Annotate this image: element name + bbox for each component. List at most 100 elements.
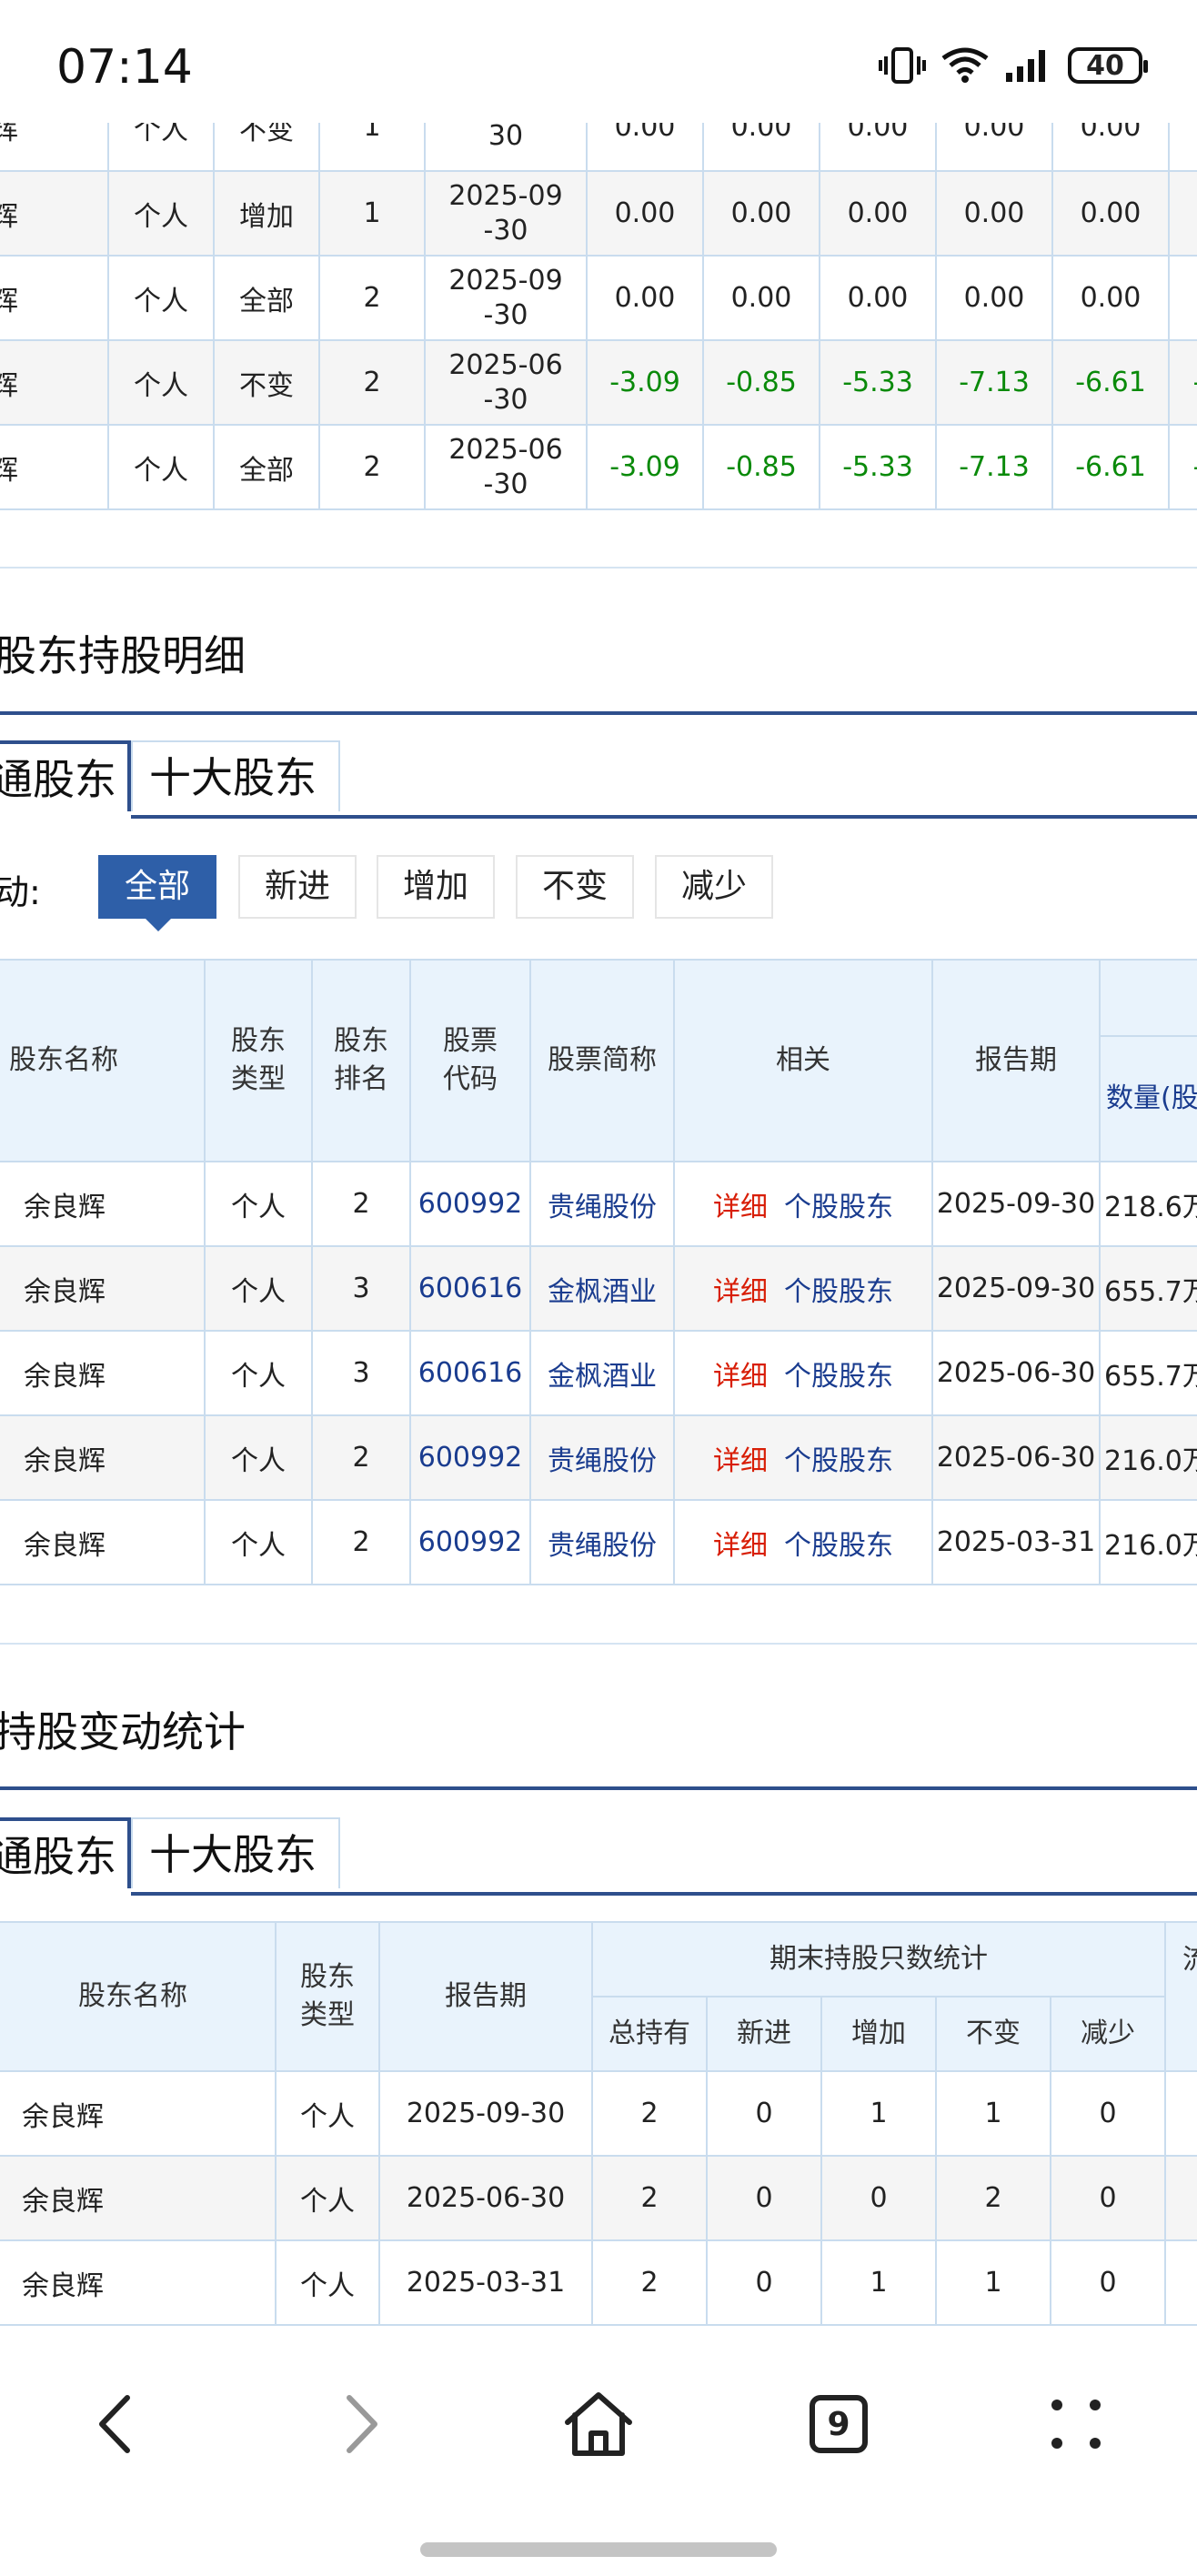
pct-change-cell: -0.85 [702,424,820,510]
signal-icon [1006,50,1045,82]
col-holder-name: 股东名称 [0,1921,277,2072]
stock-name-link[interactable]: 金枫酒业 [529,1330,675,1416]
stock-holders-link[interactable]: 个股股东 [784,1276,893,1308]
change-type-cell: 全部 [213,255,320,341]
col-decrease[interactable]: 减少 [1049,1996,1167,2072]
overflow-cell: - [1168,339,1197,426]
table-row: 辉个人全部2 2025-06-30 -3.09-0.85-5.33-7.13-6.6… [0,424,1197,510]
tab-float-holders[interactable]: 通股东 [0,740,131,811]
col-holder-name: 股东名称 [0,959,206,1162]
report-date-cell: 2025-09-30 [931,1161,1101,1247]
overflow-cell [1168,255,1197,341]
col-report-date[interactable]: 报告期 [378,1921,593,2072]
pct-change-cell: -6.61 [1051,424,1170,510]
detail-link[interactable]: 详细 [713,1530,768,1562]
filter-new-button[interactable]: 新进 [238,855,357,919]
filter-decrease-button[interactable]: 减少 [655,855,773,919]
stock-code-link[interactable]: 600992 [409,1161,531,1247]
quantity-cell: 655.7万 [1099,1330,1197,1416]
holder-name-cell: 余良辉 [0,2239,277,2326]
detail-link[interactable]: 详细 [713,1276,768,1308]
pct-change-cell: -7.13 [935,339,1053,426]
pct-change-cell: 0.00 [1051,170,1170,257]
filter-label: 动: [0,872,41,912]
count-cell: 2 [591,2239,708,2326]
report-date-cell: 2025-03-31 [378,2239,593,2326]
report-date-cell: 2025-09-30 [378,2070,593,2157]
col-report-date[interactable]: 报告期 [931,959,1101,1162]
report-date-cell: 2025-06-30 [424,339,588,426]
holder-change-table: 辉个人不变1300.000.000.000.000.00辉个人增加12025-0… [0,82,1197,510]
report-date-cell: 2025-06-30 [378,2155,593,2241]
filter-increase-button[interactable]: 增加 [377,855,495,919]
pct-change-cell: -5.33 [819,424,937,510]
menu-button[interactable] [1026,2374,1126,2474]
holder-name-cell: 辉 [0,170,109,257]
tab-top10-holders-2[interactable]: 十大股东 [131,1817,340,1888]
detail-link[interactable]: 详细 [713,1445,768,1477]
status-icons: 40 [879,47,1148,84]
col-new[interactable]: 新进 [706,1996,822,2072]
tab-top10-holders[interactable]: 十大股东 [131,740,340,811]
filter-all-button[interactable]: 全部 [98,855,216,919]
stock-holders-link[interactable]: 个股股东 [784,1445,893,1477]
col-unchanged[interactable]: 不变 [935,1996,1051,2072]
holder-name-cell: 辉 [0,255,109,341]
stock-holders-link[interactable]: 个股股东 [784,1530,893,1562]
report-date-text: 2025-06-30 [448,348,563,416]
section-underline [0,711,1197,715]
wifi-icon [941,47,989,83]
holder-name-cell: 辉 [0,424,109,510]
holder-type-cell: 个人 [107,424,215,510]
count-cell: 0 [1049,2070,1167,2157]
forward-button[interactable] [311,2374,411,2474]
report-date-cell: 2025-09-30 [424,255,588,341]
col-quantity[interactable]: 数量(股 [1101,1037,1197,1160]
overflow-cell: - [1168,424,1197,510]
stock-name-link[interactable]: 贵绳股份 [529,1499,675,1585]
battery-indicator: 40 [1068,47,1148,84]
vibrate-icon [879,47,926,84]
tabs-button[interactable]: 9 [789,2374,889,2474]
stock-holders-link[interactable]: 个股股东 [784,1192,893,1223]
stock-name-link[interactable]: 金枫酒业 [529,1245,675,1332]
stock-code-link[interactable]: 600616 [409,1245,531,1332]
filter-unchanged-button[interactable]: 不变 [516,855,634,919]
stock-code-link[interactable]: 600992 [409,1499,531,1585]
col-increase[interactable]: 增加 [820,1996,937,2072]
detail-link[interactable]: 详细 [713,1361,768,1393]
pct-change-cell: -5.33 [819,339,937,426]
section-underline [0,1786,1197,1790]
col-holder-type: 股东类型 [204,959,313,1162]
stock-name-link[interactable]: 贵绳股份 [529,1161,675,1247]
pct-change-cell: -6.61 [1051,339,1170,426]
holder-type-cell: 个人 [275,2239,380,2326]
stock-code-link[interactable]: 600992 [409,1414,531,1501]
count-cell: 2 [318,424,426,510]
stock-code-link[interactable]: 600616 [409,1330,531,1416]
pct-change-cell: 0.00 [586,170,704,257]
overflow-cell [1164,2070,1197,2157]
related-links-cell: 详细 个股股东 [673,1161,933,1247]
related-links-cell: 详细 个股股东 [673,1245,933,1332]
report-date-cell: 2025-09-30 [424,170,588,257]
count-cell: 0 [706,2239,822,2326]
count-cell: 1 [820,2239,937,2326]
detail-link[interactable]: 详细 [713,1192,768,1223]
tab-float-holders-2[interactable]: 通股东 [0,1817,131,1888]
section-title-holding-detail: 股东持股明细 [0,631,246,680]
change-type-cell: 不变 [213,339,320,426]
gesture-home-bar[interactable] [420,2542,777,2557]
change-type-cell: 增加 [213,170,320,257]
home-button[interactable] [548,2374,649,2474]
stock-name-link[interactable]: 贵绳股份 [529,1414,675,1501]
quantity-cell: 218.6万 [1099,1161,1197,1247]
count-cell: 0 [1049,2239,1167,2326]
related-links-cell: 详细 个股股东 [673,1414,933,1501]
holder-type-cell: 个人 [204,1330,313,1416]
col-total-held[interactable]: 总持有 [591,1996,708,2072]
stock-holders-link[interactable]: 个股股东 [784,1361,893,1393]
back-button[interactable] [65,2374,166,2474]
tabs-icon: 9 [810,2395,868,2453]
col-holder-rank[interactable]: 股东排名 [311,959,411,1162]
